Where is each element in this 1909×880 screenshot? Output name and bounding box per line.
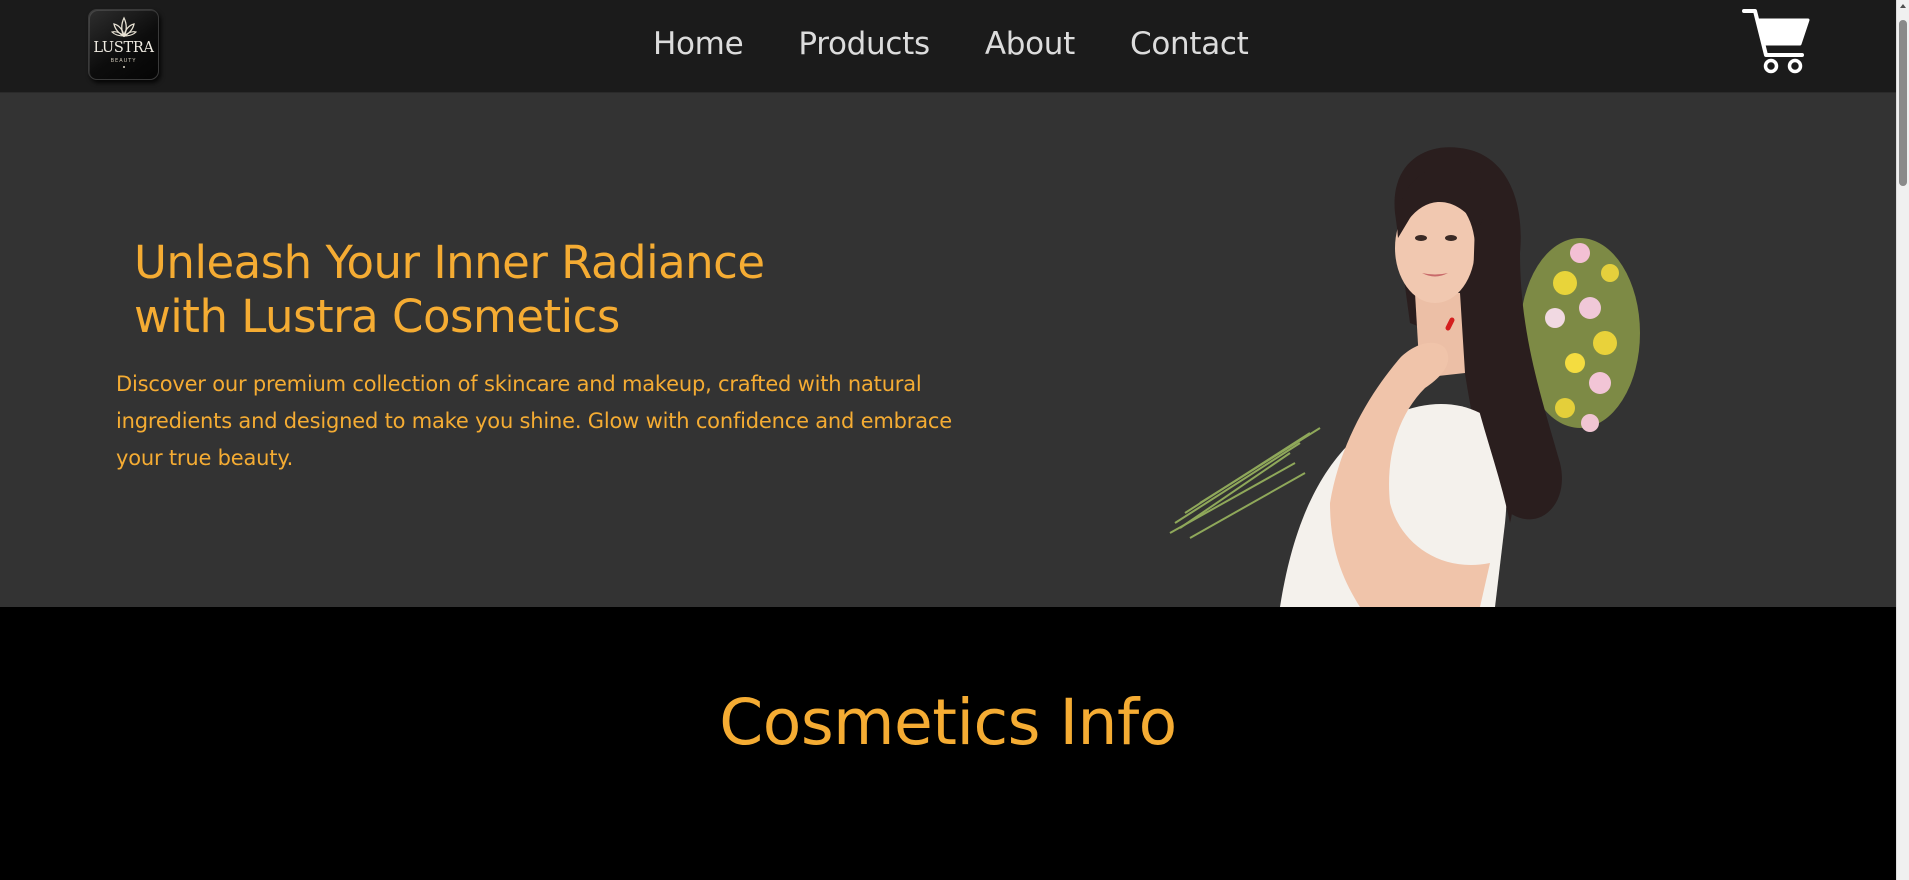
eye-left-illustration: [1415, 235, 1427, 241]
logo-wordmark: LUSTRA: [93, 40, 154, 56]
bouquet-stems-illustration: [1169, 427, 1321, 539]
hero-title-line1: Unleash Your Inner Radiance: [134, 236, 765, 289]
main-nav: Home Products About Contact: [653, 24, 1304, 64]
nav-about-link[interactable]: About: [985, 24, 1075, 64]
logo-dot: [123, 66, 125, 68]
logo-subtitle: BEAUTY: [110, 58, 137, 64]
nav-products-link[interactable]: Products: [798, 24, 930, 64]
hero-title: Unleash Your Inner Radiance with Lustra …: [134, 236, 914, 344]
lotus-icon: [111, 16, 137, 38]
cart-icon: [1742, 9, 1810, 74]
hero-model-image: [1169, 147, 1640, 607]
nav-home-link[interactable]: Home: [653, 24, 744, 64]
hero-title-line2: with Lustra Cosmetics: [134, 290, 620, 343]
eye-right-illustration: [1445, 235, 1457, 241]
nav-contact-link[interactable]: Contact: [1130, 24, 1249, 64]
scroll-up-arrow-icon[interactable]: [1900, 4, 1906, 8]
page-scrollbar[interactable]: [1896, 0, 1909, 880]
hero-section: Unleash Your Inner Radiance with Lustra …: [0, 93, 1896, 607]
info-title: Cosmetics Info: [719, 686, 1177, 759]
scrollbar-thumb[interactable]: [1899, 20, 1907, 186]
brand-logo[interactable]: LUSTRA BEAUTY: [88, 9, 159, 80]
hero-description: Discover our premium collection of skinc…: [116, 372, 952, 470]
info-section: Cosmetics Info: [0, 607, 1896, 880]
page: LUSTRA BEAUTY Home Products About Contac…: [0, 0, 1909, 880]
site-header: LUSTRA BEAUTY Home Products About Contac…: [0, 0, 1896, 93]
cart-button[interactable]: [1742, 8, 1810, 76]
